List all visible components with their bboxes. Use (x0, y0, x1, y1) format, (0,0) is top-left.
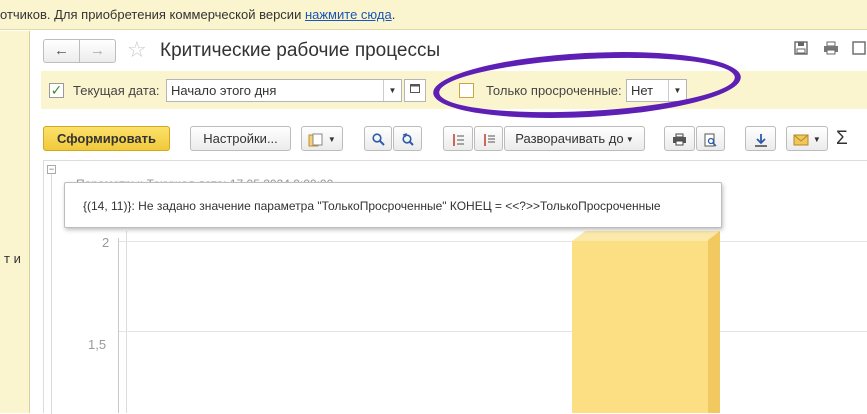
left-panel-text: т и (4, 251, 21, 266)
send-email-button[interactable]: ▼ (786, 126, 828, 151)
left-panel: т и (0, 31, 30, 413)
license-banner: отчиков. Для приобретения коммерческой в… (0, 0, 867, 30)
sum-icon[interactable]: Σ (836, 126, 848, 151)
current-date-input[interactable]: Начало этого дня ▼ (166, 79, 402, 102)
chevron-down-icon[interactable]: ▼ (383, 80, 401, 101)
group-toggle-icon[interactable]: − (47, 165, 56, 174)
favorite-star-icon[interactable]: ☆ (127, 37, 147, 63)
current-date-checkbox[interactable]: ✓ (49, 83, 64, 98)
report-variants-icon (308, 131, 328, 147)
forward-button[interactable]: → (79, 39, 116, 63)
print-button[interactable] (664, 126, 695, 151)
collapse-groups-icon (451, 131, 465, 146)
y-tick-label: 1,5 (88, 337, 107, 352)
current-date-label: Текущая дата: (73, 83, 160, 98)
chart-bar (572, 241, 708, 413)
banner-text: отчиков. Для приобретения коммерческой в… (0, 7, 305, 22)
save-icon[interactable] (793, 41, 809, 57)
current-date-value: Начало этого дня (171, 83, 277, 98)
y-tick-label: 2 (102, 235, 110, 250)
back-button[interactable]: ← (43, 39, 80, 63)
chevron-down-icon[interactable]: ▼ (668, 80, 686, 101)
banner-tail: . (391, 7, 396, 22)
overdue-only-checkbox[interactable] (459, 83, 474, 98)
print-icon[interactable] (823, 41, 839, 57)
buy-link[interactable]: нажмите сюда (305, 7, 392, 22)
expand-groups-button[interactable] (474, 126, 503, 151)
parameters-panel: ✓ Текущая дата: Начало этого дня ▼ Тольк… (41, 71, 867, 109)
save-button[interactable] (745, 126, 776, 151)
chevron-down-icon: ▼ (812, 135, 821, 145)
envelope-icon (793, 131, 813, 146)
collapse-groups-button[interactable] (443, 126, 473, 151)
print-preview-icon (704, 131, 717, 147)
bar-side-face (708, 231, 720, 413)
more-icon[interactable] (851, 41, 867, 57)
preview-button[interactable] (696, 126, 725, 151)
settings-button[interactable]: Настройки... (190, 126, 291, 151)
expand-to-button[interactable]: Разворачивать до ▼ (504, 126, 645, 151)
expand-groups-icon (482, 131, 496, 146)
title-bar: ← → ☆ Критические рабочие процессы (31, 31, 867, 71)
bar-top-face (572, 231, 720, 241)
grid-line (119, 241, 867, 242)
expand-to-label: Разворачивать до (515, 131, 624, 146)
grid-line (119, 331, 867, 332)
search-icon (371, 131, 385, 146)
find-next-button[interactable] (393, 126, 422, 151)
chart-back-axis (126, 231, 127, 413)
variants-button[interactable]: ▼ (301, 126, 343, 151)
chart-y-axis (118, 238, 119, 413)
chevron-down-icon: ▼ (327, 135, 336, 145)
generate-button[interactable]: Сформировать (43, 126, 170, 151)
overdue-only-value: Нет (631, 83, 654, 98)
calendar-icon[interactable] (404, 79, 426, 102)
chevron-down-icon: ▼ (623, 135, 634, 145)
overdue-only-label: Только просроченные: (486, 83, 622, 98)
download-icon (754, 131, 768, 147)
overdue-only-select[interactable]: Нет ▼ (626, 79, 687, 102)
error-tooltip: {(14, 11)}: Не задано значение параметра… (64, 182, 722, 228)
find-button[interactable] (364, 126, 392, 151)
page-title: Критические рабочие процессы (160, 40, 441, 61)
find-next-icon (401, 131, 414, 146)
group-line (51, 174, 52, 414)
print-icon (672, 131, 687, 146)
